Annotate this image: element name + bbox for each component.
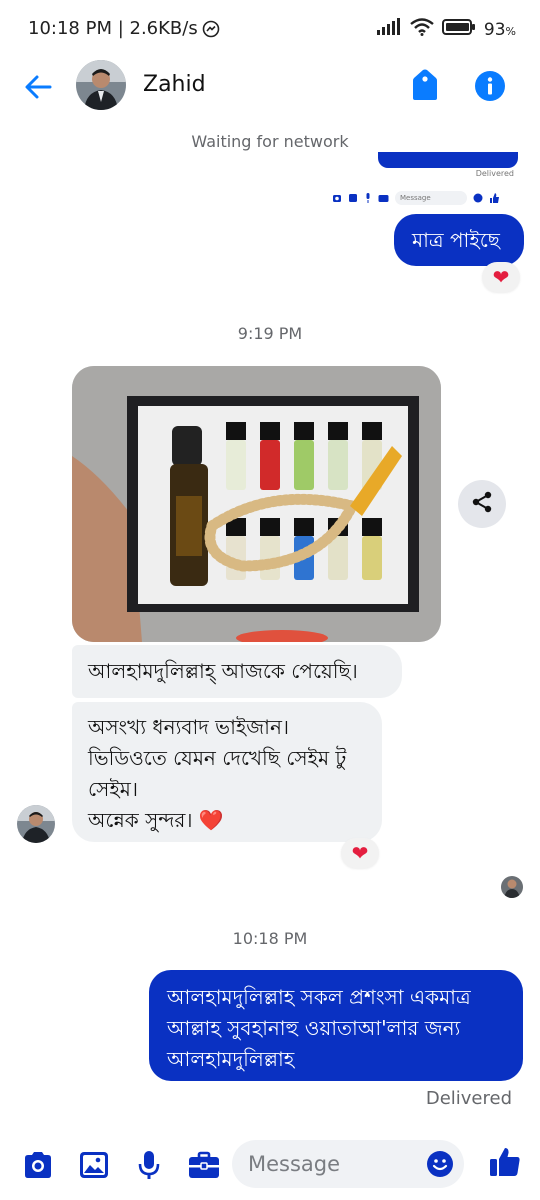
conversation-header: Zahid xyxy=(0,60,540,116)
thumb-composer: Message xyxy=(332,190,522,206)
heart-reaction[interactable]: ❤ xyxy=(482,262,520,292)
message-line: অন্নেক সুন্দর। ❤️ xyxy=(88,808,224,832)
timestamp: 10:18 PM xyxy=(232,929,308,948)
gallery-icon[interactable] xyxy=(77,1148,111,1182)
incoming-message[interactable]: অসংখ্য ধন্যবাদ ভাইজান। ভিডিওতে যেমন দেখে… xyxy=(72,702,382,842)
message-composer xyxy=(0,1130,540,1200)
photo-message[interactable] xyxy=(72,366,441,642)
message-text: মাত্র পাইছে xyxy=(412,227,500,252)
messenger-notification-icon xyxy=(202,20,220,38)
tag-icon[interactable] xyxy=(410,68,440,102)
thumb-bubble xyxy=(378,152,518,168)
battery-icon xyxy=(441,18,476,41)
back-arrow-icon[interactable] xyxy=(22,70,56,104)
share-button[interactable] xyxy=(458,480,506,528)
status-bar: 10:18 PM | 2.6KB/s 93% xyxy=(0,0,540,60)
message-line: আল্লাহ সুবহানাহু ওয়াতাআ'লার জন্য xyxy=(167,1016,461,1040)
heart-icon: ❤ xyxy=(351,841,369,865)
contact-avatar[interactable] xyxy=(76,60,126,110)
share-icon xyxy=(470,490,494,518)
camera-icon[interactable] xyxy=(21,1148,55,1182)
incoming-message[interactable]: আলহামদুলিল্লাহ্ আজকে পেয়েছি। xyxy=(72,645,402,698)
signal-icon xyxy=(376,18,402,41)
status-right: 93% xyxy=(376,18,516,41)
microphone-icon[interactable] xyxy=(132,1148,166,1182)
message-line: আলহামদুলিল্লাহ সকল প্রশংসা একমাত্র xyxy=(167,985,471,1009)
contact-name[interactable]: Zahid xyxy=(143,72,206,97)
info-icon[interactable] xyxy=(474,70,506,102)
briefcase-icon[interactable] xyxy=(187,1148,221,1182)
outgoing-message[interactable]: মাত্র পাইছে xyxy=(394,214,524,266)
message-line: অসংখ্য ধন্যবাদ ভাইজান। xyxy=(88,715,290,739)
message-line: আলহামদুলিল্লাহ xyxy=(167,1047,295,1071)
emoji-icon[interactable] xyxy=(426,1150,454,1178)
thumb-delivered: Delivered xyxy=(475,169,514,178)
screenshot-thumbnail[interactable]: Delivered Message xyxy=(330,152,522,212)
sender-avatar[interactable] xyxy=(17,805,55,843)
heart-reaction[interactable]: ❤ xyxy=(341,838,379,868)
battery-level: 93% xyxy=(483,19,516,40)
thumbs-up-icon[interactable] xyxy=(488,1145,522,1179)
message-text: আলহামদুলিল্লাহ্ আজকে পেয়েছি। xyxy=(88,659,358,683)
outgoing-message[interactable]: আলহামদুলিল্লাহ সকল প্রশংসা একমাত্র আল্লা… xyxy=(149,970,523,1081)
network-status: Waiting for network xyxy=(191,132,349,151)
message-line: সেইম। xyxy=(88,777,138,801)
message-line: ভিডিওতে যেমন দেখেছি সেইম টু xyxy=(88,746,347,770)
heart-icon: ❤ xyxy=(492,265,510,289)
status-left: 10:18 PM | 2.6KB/s xyxy=(28,18,220,39)
timestamp: 9:19 PM xyxy=(237,324,303,343)
delivered-status: Delivered xyxy=(425,1088,512,1109)
wifi-icon xyxy=(410,18,434,41)
seen-avatar xyxy=(501,876,523,898)
status-time-speed: 10:18 PM | 2.6KB/s xyxy=(28,18,198,39)
